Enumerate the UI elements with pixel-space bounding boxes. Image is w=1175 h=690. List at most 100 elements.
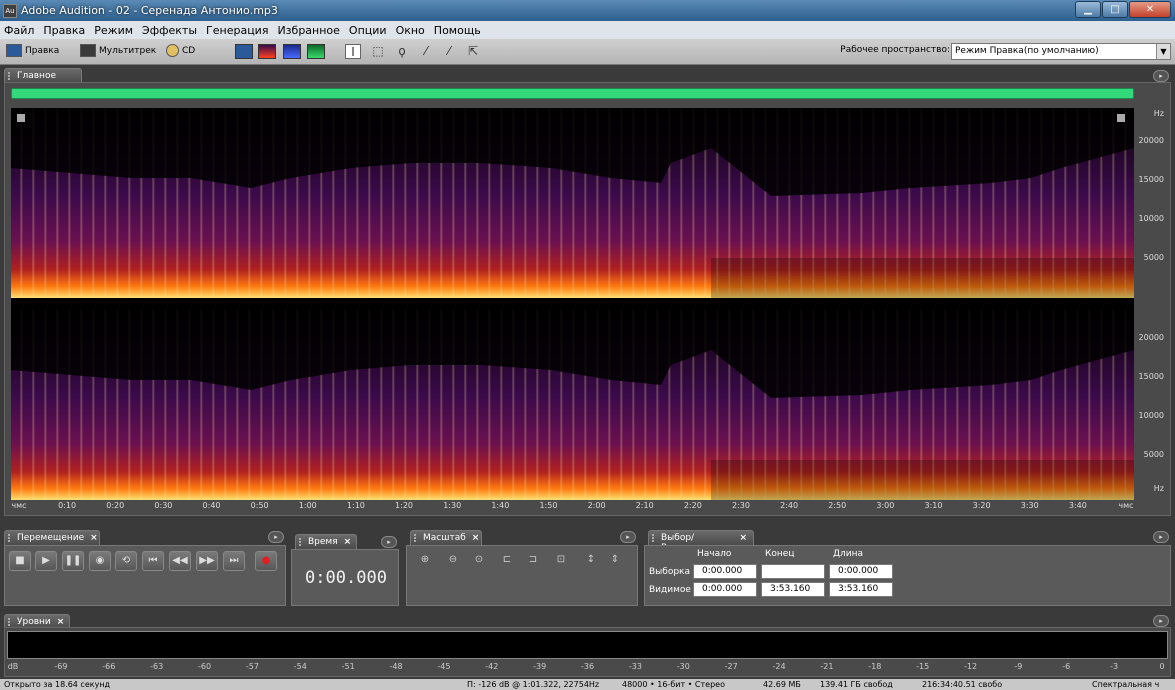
- status-format: 48000 • 16-бит • Стерео: [622, 680, 725, 689]
- corner-icon-right[interactable]: [1117, 114, 1125, 122]
- time-display: 0:00.000: [305, 568, 387, 588]
- pan-view-icon[interactable]: [283, 44, 301, 59]
- status-view: Спектральная ч: [1092, 680, 1160, 689]
- corner-icon-left[interactable]: [17, 114, 25, 122]
- panel-menu-icon[interactable]: ▸: [1153, 531, 1169, 543]
- panel-grip-icon: [299, 538, 304, 546]
- view-start-field[interactable]: 0:00.000: [693, 582, 757, 597]
- record-button[interactable]: ●: [255, 551, 277, 571]
- go-to-start-button[interactable]: ⏮: [142, 551, 164, 571]
- time-tick: 1:30: [443, 501, 462, 510]
- stop-button[interactable]: ■: [9, 551, 31, 571]
- zoom-out-vertical-icon[interactable]: ⇕: [607, 552, 623, 568]
- multitrack-mode-button[interactable]: Мультитрек: [80, 44, 156, 57]
- time-tick: 0:10: [58, 501, 77, 510]
- panel-menu-icon[interactable]: ▸: [1153, 70, 1169, 82]
- view-end-field[interactable]: 3:53.160: [761, 582, 825, 597]
- tab-selection[interactable]: Выбор/Видимое ×: [648, 530, 754, 553]
- selection-end-field[interactable]: [761, 564, 825, 579]
- status-free: 139.41 ГБ свобод: [820, 680, 893, 689]
- go-to-end-button[interactable]: ⏭: [223, 551, 245, 571]
- time-select-icon[interactable]: I: [345, 44, 361, 59]
- zoom-out-icon[interactable]: ⊖: [445, 552, 461, 568]
- spectrogram-channel-left[interactable]: [11, 108, 1134, 298]
- panel-menu-icon[interactable]: ▸: [381, 536, 397, 548]
- zoom-left-icon[interactable]: ⊏: [499, 552, 515, 568]
- level-tick: -6: [1062, 662, 1071, 671]
- close-icon[interactable]: ×: [739, 533, 747, 543]
- zoom-in-icon[interactable]: ⊕: [417, 552, 433, 568]
- time-tick: 2:10: [635, 501, 654, 510]
- pause-button[interactable]: ❚❚: [62, 551, 84, 571]
- panel-grip-icon: [414, 534, 419, 542]
- header-length: Длина: [833, 549, 864, 559]
- selection-length-field[interactable]: 0:00.000: [829, 564, 893, 579]
- time-tick: 1:10: [346, 501, 365, 510]
- hand-icon[interactable]: ⇱: [465, 44, 481, 59]
- marquee-icon[interactable]: ⬚: [370, 44, 386, 59]
- menu-help[interactable]: Помощь: [434, 24, 481, 37]
- spectral-view-icon[interactable]: [258, 44, 276, 59]
- minimize-button[interactable]: ▁: [1075, 1, 1101, 18]
- title-bar: Au Adobe Audition - 02 - Серенада Антони…: [0, 0, 1175, 21]
- play-button[interactable]: ▶: [35, 551, 57, 571]
- tab-transport[interactable]: Перемещение ×: [4, 530, 100, 545]
- zoom-selection-icon[interactable]: ⊡: [553, 552, 569, 568]
- loop-button[interactable]: ⟲: [115, 551, 137, 571]
- selection-start-field[interactable]: 0:00.000: [693, 564, 757, 579]
- time-tick: 1:50: [539, 501, 558, 510]
- menu-window[interactable]: Окно: [396, 24, 425, 37]
- level-scale: dB -69 -66 -63 -60 -57 -54 -51 -48 -45 -42 -39 -36 -3…: [7, 661, 1168, 675]
- close-icon[interactable]: ×: [57, 617, 65, 627]
- zoom-right-icon[interactable]: ⊐: [525, 552, 541, 568]
- time-tick: 1:40: [491, 501, 510, 510]
- menu-options[interactable]: Опции: [349, 24, 387, 37]
- menu-generate[interactable]: Генерация: [206, 24, 268, 37]
- tab-time[interactable]: Время ×: [295, 534, 357, 549]
- menu-mode[interactable]: Режим: [94, 24, 133, 37]
- view-length-field[interactable]: 3:53.160: [829, 582, 893, 597]
- rewind-button[interactable]: ◀◀: [169, 551, 191, 571]
- close-icon[interactable]: ×: [472, 533, 480, 543]
- time-ruler[interactable]: чмс 0:10 0:20 0:30 0:40 0:50 1:00 1:10 1:20 1:30 1…: [11, 500, 1134, 514]
- time-tick: 2:50: [828, 501, 847, 510]
- level-tick: -57: [245, 662, 259, 671]
- close-button[interactable]: ✕: [1129, 1, 1171, 18]
- brush-icon[interactable]: ⁄: [418, 44, 434, 59]
- phase-view-icon[interactable]: [307, 44, 325, 59]
- edit-mode-button[interactable]: Правка: [6, 44, 59, 57]
- cd-mode-button[interactable]: CD: [166, 44, 195, 57]
- waveform-view-icon[interactable]: [235, 44, 253, 59]
- panel-menu-icon[interactable]: ▸: [620, 531, 636, 543]
- menu-favorites[interactable]: Избранное: [277, 24, 339, 37]
- levels-panel: dB -69 -66 -63 -60 -57 -54 -51 -48 -45 -42 -39 -36 -3…: [4, 627, 1171, 677]
- spectrogram-area[interactable]: [11, 108, 1134, 500]
- level-tick: -15: [916, 662, 930, 671]
- freq-tick: 10000: [1138, 214, 1164, 223]
- menu-effects[interactable]: Эффекты: [142, 24, 197, 37]
- main-panel: Hz 20000 15000 10000 5000 20000 15000 10…: [4, 82, 1171, 516]
- workspace-select[interactable]: Режим Правка(по умолчанию) ▼: [951, 43, 1171, 60]
- play-from-cursor-button[interactable]: ◉: [89, 551, 111, 571]
- menu-edit[interactable]: Правка: [43, 24, 85, 37]
- level-tick: -69: [54, 662, 68, 671]
- close-icon[interactable]: ×: [344, 537, 352, 547]
- panel-menu-icon[interactable]: ▸: [268, 531, 284, 543]
- tab-zoom[interactable]: Масштаб ×: [410, 530, 482, 545]
- fast-forward-button[interactable]: ▶▶: [196, 551, 218, 571]
- spectrogram-channel-right[interactable]: [11, 310, 1134, 500]
- time-panel: 0:00.000: [291, 549, 399, 606]
- level-tick: -60: [197, 662, 212, 671]
- time-tick: 0:20: [106, 501, 125, 510]
- healing-icon[interactable]: ⁄: [441, 44, 457, 59]
- zoom-in-vertical-icon[interactable]: ↕: [583, 552, 599, 568]
- close-icon[interactable]: ×: [90, 533, 98, 543]
- status-free-time: 216:34:40.51 свобо: [922, 680, 1003, 689]
- tab-main[interactable]: Главное: [4, 68, 82, 83]
- zoom-full-icon[interactable]: ⊙: [471, 552, 487, 568]
- menu-file[interactable]: Файл: [4, 24, 34, 37]
- panel-menu-icon[interactable]: ▸: [1153, 615, 1169, 627]
- maximize-button[interactable]: □: [1102, 1, 1128, 18]
- overview-bar[interactable]: [11, 88, 1134, 99]
- lasso-icon[interactable]: ϙ: [394, 44, 410, 59]
